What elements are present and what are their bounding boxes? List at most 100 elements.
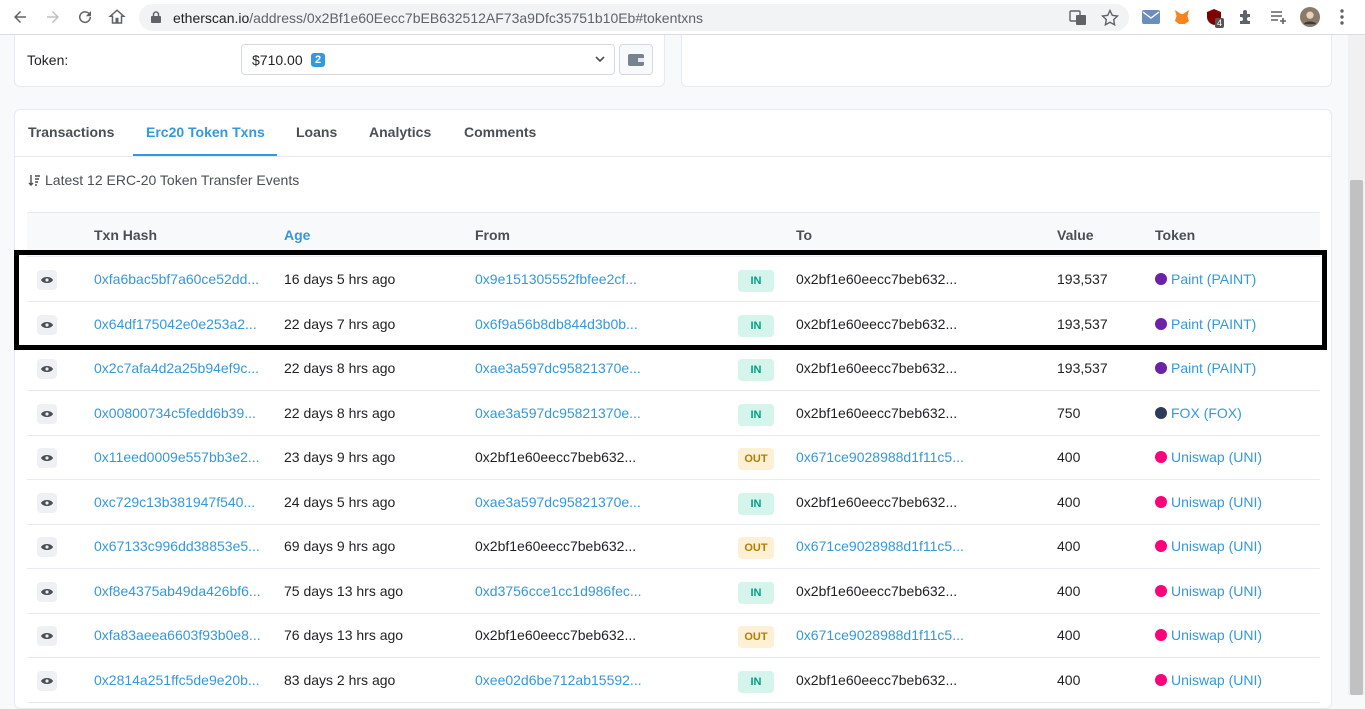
tab-analytics[interactable]: Analytics	[369, 124, 431, 140]
from-address[interactable]: 0xd3756cce1cc1d986fec...	[475, 583, 642, 599]
txn-hash-link[interactable]: 0x67133c996dd38853e5...	[94, 538, 260, 554]
mail-extension-icon[interactable]	[1141, 7, 1161, 27]
token-link[interactable]: Paint (PAINT)	[1155, 271, 1256, 287]
from-address[interactable]: 0x6f9a56b8db844d3b0b...	[475, 316, 638, 332]
tab-erc20-token-txns[interactable]: Erc20 Token Txns	[146, 124, 265, 140]
to-address[interactable]: 0x671ce9028988d1f11c5...	[796, 538, 964, 554]
ublock-extension-icon[interactable]: 4	[1204, 7, 1225, 28]
token-name[interactable]: FOX (FOX)	[1171, 405, 1242, 421]
view-details-eye-icon[interactable]	[37, 670, 57, 691]
lock-icon	[151, 11, 161, 23]
view-details-eye-icon[interactable]	[37, 626, 57, 646]
reload-icon[interactable]	[73, 5, 97, 29]
token-name[interactable]: Uniswap (UNI)	[1171, 672, 1262, 688]
table-header: Txn Hash Age From To Value Token	[27, 212, 1320, 257]
txn-age: 76 days 13 hrs ago	[284, 627, 404, 643]
translate-icon[interactable]	[1069, 9, 1087, 27]
token-link[interactable]: Uniswap (UNI)	[1155, 627, 1262, 643]
bookmark-star-icon[interactable]	[1101, 9, 1119, 27]
profile-avatar-icon[interactable]	[1300, 7, 1320, 27]
view-details-eye-icon[interactable]	[37, 270, 57, 290]
token-logo-icon	[1155, 673, 1167, 686]
token-name[interactable]: Paint (PAINT)	[1171, 360, 1256, 376]
token-name[interactable]: Uniswap (UNI)	[1171, 449, 1262, 465]
transactions-card: Transactions Erc20 Token Txns Loans Anal…	[14, 109, 1332, 709]
tab-loans[interactable]: Loans	[296, 124, 337, 140]
txn-hash-link[interactable]: 0x64df175042e0e253a2...	[94, 316, 257, 332]
chrome-menu-icon[interactable]	[1332, 7, 1352, 27]
token-link[interactable]: Paint (PAINT)	[1155, 360, 1256, 376]
col-from: From	[475, 227, 510, 243]
token-link[interactable]: Uniswap (UNI)	[1155, 583, 1262, 599]
token-logo-icon	[1155, 362, 1167, 374]
token-link[interactable]: FOX (FOX)	[1155, 405, 1242, 421]
view-details-eye-icon[interactable]	[37, 537, 57, 557]
to-address: 0x2bf1e60eecc7beb632...	[796, 404, 958, 421]
to-address[interactable]: 0x671ce9028988d1f11c5...	[796, 627, 964, 643]
view-details-eye-icon[interactable]	[37, 492, 57, 513]
txn-hash-link[interactable]: 0x2814a251ffc5de9e20b...	[94, 672, 260, 688]
summary-line: Latest 12 ERC-20 Token Transfer Events	[28, 172, 299, 188]
txn-value: 750	[1057, 404, 1081, 421]
view-details-eye-icon[interactable]	[37, 448, 57, 468]
token-name[interactable]: Paint (PAINT)	[1171, 316, 1256, 332]
txn-age: 75 days 13 hrs ago	[284, 582, 404, 599]
token-name[interactable]: Uniswap (UNI)	[1171, 583, 1262, 599]
wallet-icon	[628, 53, 644, 66]
table-row: 0xfa83aeea6603f93b0e8... 76 days 13 hrs a…	[27, 614, 1320, 658]
metamask-fox-icon[interactable]	[1172, 7, 1192, 27]
token-logo-icon	[1155, 495, 1167, 508]
token-link[interactable]: Paint (PAINT)	[1155, 316, 1256, 332]
txn-value: 400	[1057, 671, 1081, 688]
txn-hash-link[interactable]: 0xc729c13b381947f540...	[94, 494, 255, 510]
from-address[interactable]: 0xae3a597dc95821370e...	[475, 405, 641, 421]
view-details-eye-icon[interactable]	[37, 581, 57, 602]
txn-hash-link[interactable]: 0xfa6bac5bf7a60ce52dd...	[94, 271, 259, 287]
from-address[interactable]: 0xee02d6be712ab15592...	[475, 672, 642, 688]
txn-hash-link[interactable]: 0x00800734c5fedd6b39...	[94, 405, 256, 421]
token-name[interactable]: Paint (PAINT)	[1171, 271, 1256, 287]
puzzle-extensions-icon[interactable]	[1236, 7, 1256, 27]
token-holdings-dropdown[interactable]: $710.00 2	[241, 44, 615, 75]
tab-bar: Transactions Erc20 Token Txns Loans Anal…	[15, 110, 1331, 157]
scrollbar-thumb[interactable]	[1350, 180, 1363, 695]
chevron-down-icon	[595, 56, 605, 63]
token-name[interactable]: Uniswap (UNI)	[1171, 494, 1262, 510]
back-icon[interactable]	[8, 5, 32, 29]
from-address[interactable]: 0x9e151305552fbfee2cf...	[475, 271, 637, 287]
col-age[interactable]: Age	[284, 227, 310, 243]
view-details-eye-icon[interactable]	[37, 403, 57, 424]
wallet-button[interactable]	[619, 44, 653, 75]
txn-hash-link[interactable]: 0xf8e4375ab49da426bf6...	[94, 583, 261, 599]
page-scrollbar[interactable]	[1348, 35, 1365, 695]
table-row: 0x11eed0009e557bb3e2... 23 days 9 hrs ago…	[27, 436, 1320, 480]
view-details-eye-icon[interactable]	[37, 314, 57, 335]
tab-transactions[interactable]: Transactions	[28, 124, 114, 140]
token-link[interactable]: Uniswap (UNI)	[1155, 494, 1262, 510]
token-name[interactable]: Uniswap (UNI)	[1171, 627, 1262, 643]
col-value: Value	[1057, 227, 1094, 243]
from-address[interactable]: 0xae3a597dc95821370e...	[475, 494, 641, 510]
to-address[interactable]: 0x671ce9028988d1f11c5...	[796, 449, 964, 465]
address-bar[interactable]: etherscan.io/address/0x2Bf1e60Eecc7bEB63…	[139, 4, 1129, 31]
table-row: 0x2c7afa4d2a25b94ef9c... 22 days 8 hrs ag…	[27, 347, 1320, 391]
token-logo-icon	[1155, 317, 1167, 330]
tab-comments[interactable]: Comments	[464, 124, 536, 140]
view-details-eye-icon[interactable]	[37, 359, 57, 379]
txn-hash-link[interactable]: 0x11eed0009e557bb3e2...	[94, 449, 260, 465]
token-name[interactable]: Uniswap (UNI)	[1171, 538, 1262, 554]
txn-age: 24 days 5 hrs ago	[284, 493, 396, 510]
token-link[interactable]: Uniswap (UNI)	[1155, 538, 1262, 554]
forward-icon[interactable]	[41, 5, 65, 29]
to-address: 0x2bf1e60eecc7beb632...	[796, 493, 958, 510]
token-link[interactable]: Uniswap (UNI)	[1155, 672, 1262, 688]
reading-list-icon[interactable]	[1268, 7, 1288, 27]
txn-age: 83 days 2 hrs ago	[284, 671, 396, 688]
txn-age: 69 days 9 hrs ago	[284, 538, 396, 554]
info-card-right	[681, 35, 1332, 87]
from-address[interactable]: 0xae3a597dc95821370e...	[475, 360, 641, 376]
txn-hash-link[interactable]: 0xfa83aeea6603f93b0e8...	[94, 627, 261, 643]
txn-hash-link[interactable]: 0x2c7afa4d2a25b94ef9c...	[94, 360, 259, 376]
home-icon[interactable]	[105, 5, 129, 29]
token-link[interactable]: Uniswap (UNI)	[1155, 449, 1262, 465]
